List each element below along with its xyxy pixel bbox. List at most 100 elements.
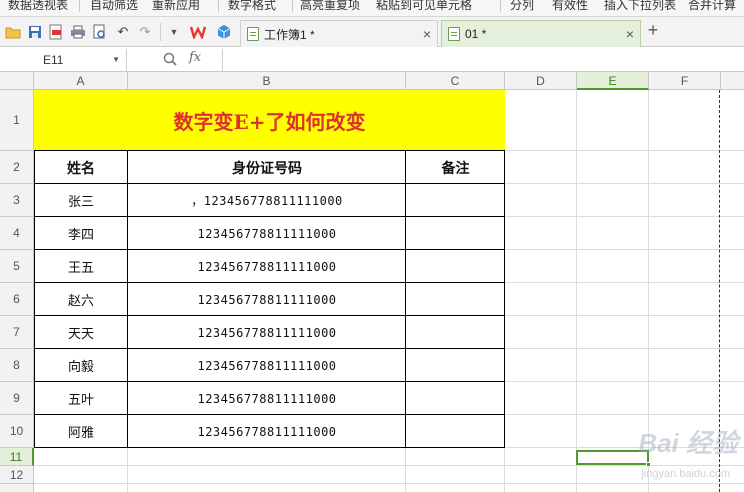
row-header-4[interactable]: 4 bbox=[0, 217, 34, 250]
table-border bbox=[34, 315, 505, 316]
header-id-number[interactable]: 身份证号码 bbox=[128, 151, 406, 184]
cell-note[interactable] bbox=[406, 283, 505, 316]
redo-icon[interactable]: ↷ bbox=[137, 24, 153, 40]
cube-icon[interactable] bbox=[216, 24, 232, 40]
ribbon-item-insert-dropdown[interactable]: 插入下拉列表 bbox=[604, 0, 676, 13]
cell-name[interactable]: 张三 bbox=[34, 184, 128, 217]
name-box[interactable]: E11 ▼ bbox=[0, 49, 127, 71]
header-note[interactable]: 备注 bbox=[406, 151, 505, 184]
cell-name[interactable]: 阿雅 bbox=[34, 415, 128, 448]
print-icon[interactable] bbox=[70, 24, 86, 40]
fill-handle[interactable] bbox=[646, 462, 651, 467]
select-all-corner[interactable] bbox=[0, 72, 34, 90]
table-border bbox=[504, 150, 505, 448]
cell-id[interactable]: 123456778811111000 bbox=[128, 349, 406, 382]
table-border bbox=[34, 414, 505, 415]
cell-id[interactable]: 123456778811111000 bbox=[128, 283, 406, 316]
ribbon-separator bbox=[218, 0, 219, 12]
column-header-f[interactable]: F bbox=[649, 72, 721, 90]
cell-name[interactable]: 王五 bbox=[34, 250, 128, 283]
cell-note[interactable] bbox=[406, 217, 505, 250]
zoom-icon[interactable] bbox=[163, 52, 177, 69]
cell-note[interactable] bbox=[406, 316, 505, 349]
row-header-6[interactable]: 6 bbox=[0, 283, 34, 316]
table-border bbox=[34, 216, 505, 217]
row-header-2[interactable]: 2 bbox=[0, 151, 34, 184]
dropdown-icon[interactable]: ▼ bbox=[166, 24, 182, 40]
ribbon-item-consolidate[interactable]: 合并计算 bbox=[688, 0, 736, 13]
cell-note[interactable] bbox=[406, 382, 505, 415]
wps-logo-icon[interactable] bbox=[190, 24, 206, 40]
formula-bar: E11 ▼ fx bbox=[0, 48, 744, 72]
baidu-watermark-logo: Bai 经验 bbox=[638, 428, 738, 458]
ribbon: 数据透视表 自动筛选 重新应用 数字格式 高亮重复项 粘贴到可见单元格 分列 有… bbox=[0, 0, 744, 17]
cell-note[interactable] bbox=[406, 250, 505, 283]
column-header-d[interactable]: D bbox=[505, 72, 577, 90]
row-header-9[interactable]: 9 bbox=[0, 382, 34, 415]
cell-id[interactable]: 123456778811111000 bbox=[128, 382, 406, 415]
formula-input[interactable] bbox=[222, 49, 744, 71]
row-header-3[interactable]: 3 bbox=[0, 184, 34, 217]
table-border bbox=[34, 348, 505, 349]
sheet-doc-icon bbox=[247, 27, 259, 41]
cell-name[interactable]: 天天 bbox=[34, 316, 128, 349]
cell-name[interactable]: 赵六 bbox=[34, 283, 128, 316]
column-header-c[interactable]: C bbox=[406, 72, 505, 90]
ribbon-item-number-format[interactable]: 数字格式 bbox=[228, 0, 276, 13]
row-header-11[interactable]: 11 bbox=[0, 448, 34, 466]
ribbon-item-pivot[interactable]: 数据透视表 bbox=[8, 0, 68, 13]
cell-name[interactable]: 李四 bbox=[34, 217, 128, 250]
ribbon-item-validation[interactable]: 有效性 bbox=[552, 0, 588, 13]
cell-note[interactable] bbox=[406, 184, 505, 217]
open-folder-icon[interactable] bbox=[5, 24, 21, 40]
cell-note[interactable] bbox=[406, 349, 505, 382]
table-border bbox=[34, 282, 505, 283]
cell-id[interactable]: 123456778811111000 bbox=[128, 217, 406, 250]
tab-01[interactable]: 01 * × bbox=[441, 20, 641, 47]
cell-id[interactable]: 123456778811111000 bbox=[128, 316, 406, 349]
column-header-e[interactable]: E bbox=[577, 72, 649, 90]
row-header-5[interactable]: 5 bbox=[0, 250, 34, 283]
tab-workbook1[interactable]: 工作簿1 * × bbox=[240, 20, 438, 47]
cell-note[interactable] bbox=[406, 415, 505, 448]
ribbon-separator bbox=[79, 0, 80, 12]
row-header-7[interactable]: 7 bbox=[0, 316, 34, 349]
undo-icon[interactable]: ↶ bbox=[115, 24, 131, 40]
table-border bbox=[34, 150, 505, 151]
chevron-down-icon[interactable]: ▼ bbox=[112, 49, 120, 71]
close-tab-icon[interactable]: × bbox=[626, 26, 634, 42]
column-header-b[interactable]: B bbox=[128, 72, 406, 90]
column-header-g[interactable] bbox=[721, 72, 744, 90]
fx-icon[interactable]: fx bbox=[189, 50, 201, 65]
ribbon-item-reapply[interactable]: 重新应用 bbox=[152, 0, 200, 13]
header-name[interactable]: 姓名 bbox=[34, 151, 128, 184]
quick-access-toolbar: ↶ ↷ ▼ 工作簿1 * × 01 * × + bbox=[0, 17, 744, 47]
cell-name[interactable]: 五叶 bbox=[34, 382, 128, 415]
row-header-13[interactable] bbox=[0, 484, 34, 492]
print-preview-icon[interactable] bbox=[92, 24, 108, 40]
save-icon[interactable] bbox=[27, 24, 43, 40]
row-header-8[interactable]: 8 bbox=[0, 349, 34, 382]
baidu-watermark-url: jingyan.baidu.com bbox=[641, 468, 730, 480]
row-header-10[interactable]: 10 bbox=[0, 415, 34, 448]
ribbon-item-autofilter[interactable]: 自动筛选 bbox=[90, 0, 138, 13]
close-tab-icon[interactable]: × bbox=[423, 26, 431, 42]
ribbon-item-split[interactable]: 分列 bbox=[510, 0, 534, 13]
new-tab-icon[interactable]: + bbox=[645, 21, 661, 39]
title-cell[interactable]: 数字变E+了如何改变 bbox=[34, 90, 505, 150]
cell-id[interactable]: 123456778811111000 bbox=[128, 250, 406, 283]
table-border bbox=[34, 150, 35, 448]
cell-id[interactable]: 123456778811111000 bbox=[128, 415, 406, 448]
spreadsheet-grid[interactable]: A B C D E F 1 2 3 4 5 6 7 8 9 10 11 12 数… bbox=[0, 72, 744, 492]
table-border bbox=[405, 150, 406, 448]
export-pdf-icon[interactable] bbox=[48, 24, 64, 40]
row-header-12[interactable]: 12 bbox=[0, 466, 34, 484]
name-box-value: E11 bbox=[43, 53, 64, 67]
ribbon-item-highlight-dup[interactable]: 高亮重复项 bbox=[300, 0, 360, 13]
ribbon-item-paste-visible[interactable]: 粘贴到可见单元格 bbox=[376, 0, 472, 13]
row-header-1[interactable]: 1 bbox=[0, 90, 34, 151]
column-header-a[interactable]: A bbox=[34, 72, 128, 90]
cell-name[interactable]: 向毅 bbox=[34, 349, 128, 382]
cell-id[interactable]: ，123456778811111000 bbox=[128, 184, 406, 217]
table-border bbox=[34, 447, 505, 448]
